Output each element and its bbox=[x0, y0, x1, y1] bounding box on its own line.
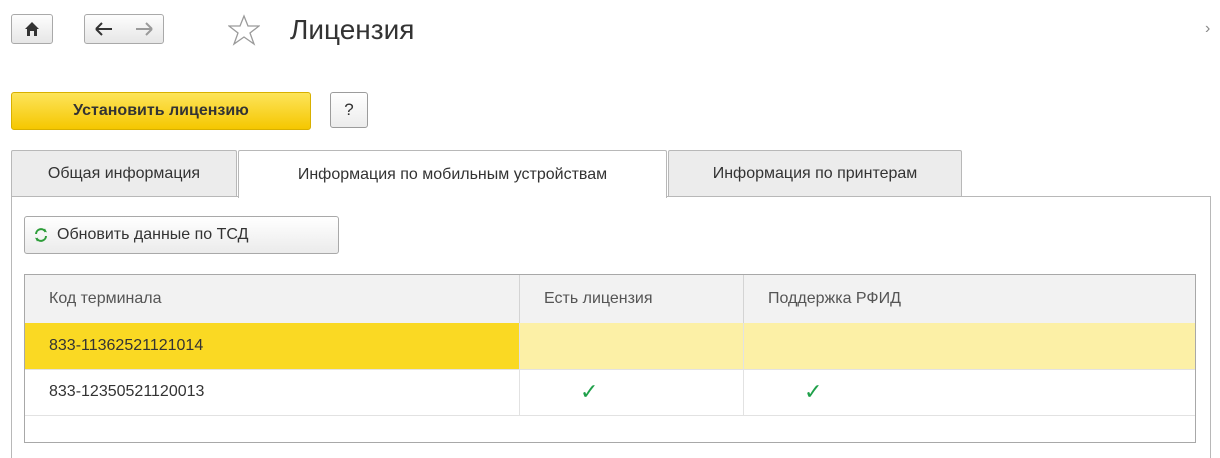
refresh-tsd-button[interactable]: Обновить данные по ТСД bbox=[24, 216, 339, 254]
checkmark-icon: ✓ bbox=[580, 379, 599, 404]
column-header-has-license[interactable]: Есть лицензия bbox=[520, 275, 744, 323]
refresh-label: Обновить данные по ТСД bbox=[57, 226, 249, 243]
refresh-icon bbox=[35, 228, 47, 242]
star-outline-icon bbox=[227, 14, 261, 46]
table-row[interactable]: 833-12350521120013 ✓ ✓ bbox=[25, 369, 1195, 416]
column-header-terminal-code[interactable]: Код терминала bbox=[25, 275, 520, 323]
table-row[interactable]: 833-11362521121014 bbox=[25, 323, 1195, 370]
tab-mobile-devices[interactable]: Информация по мобильным устройствам bbox=[238, 150, 667, 198]
chevron-right-icon[interactable]: › bbox=[1205, 20, 1210, 38]
table-header: Код терминала Есть лицензия Поддержка РФ… bbox=[25, 275, 1195, 324]
arrow-left-icon bbox=[95, 22, 113, 36]
has-license-cell[interactable]: ✓ bbox=[520, 369, 744, 415]
help-button[interactable]: ? bbox=[330, 92, 368, 128]
home-button[interactable] bbox=[11, 14, 53, 44]
page-title: Лицензия bbox=[290, 14, 415, 45]
terminals-table: Код терминала Есть лицензия Поддержка РФ… bbox=[24, 274, 1196, 443]
back-button[interactable] bbox=[85, 22, 124, 36]
forward-button[interactable] bbox=[125, 22, 164, 36]
install-license-button[interactable]: Установить лицензию bbox=[11, 92, 311, 130]
terminal-code-cell[interactable]: 833-11362521121014 bbox=[25, 323, 520, 369]
favorite-button[interactable] bbox=[227, 14, 261, 46]
rfid-support-cell[interactable] bbox=[744, 323, 1195, 369]
terminal-code-cell[interactable]: 833-12350521120013 bbox=[25, 369, 520, 415]
navigation-group bbox=[84, 14, 164, 44]
column-header-rfid-support[interactable]: Поддержка РФИД bbox=[744, 275, 1195, 323]
checkmark-icon: ✓ bbox=[804, 379, 823, 404]
home-icon bbox=[25, 22, 39, 36]
tab-printers[interactable]: Информация по принтерам bbox=[668, 150, 962, 196]
rfid-support-cell[interactable]: ✓ bbox=[744, 369, 1195, 415]
tab-general-info[interactable]: Общая информация bbox=[11, 150, 237, 196]
has-license-cell[interactable] bbox=[520, 323, 744, 369]
arrow-right-icon bbox=[135, 22, 153, 36]
